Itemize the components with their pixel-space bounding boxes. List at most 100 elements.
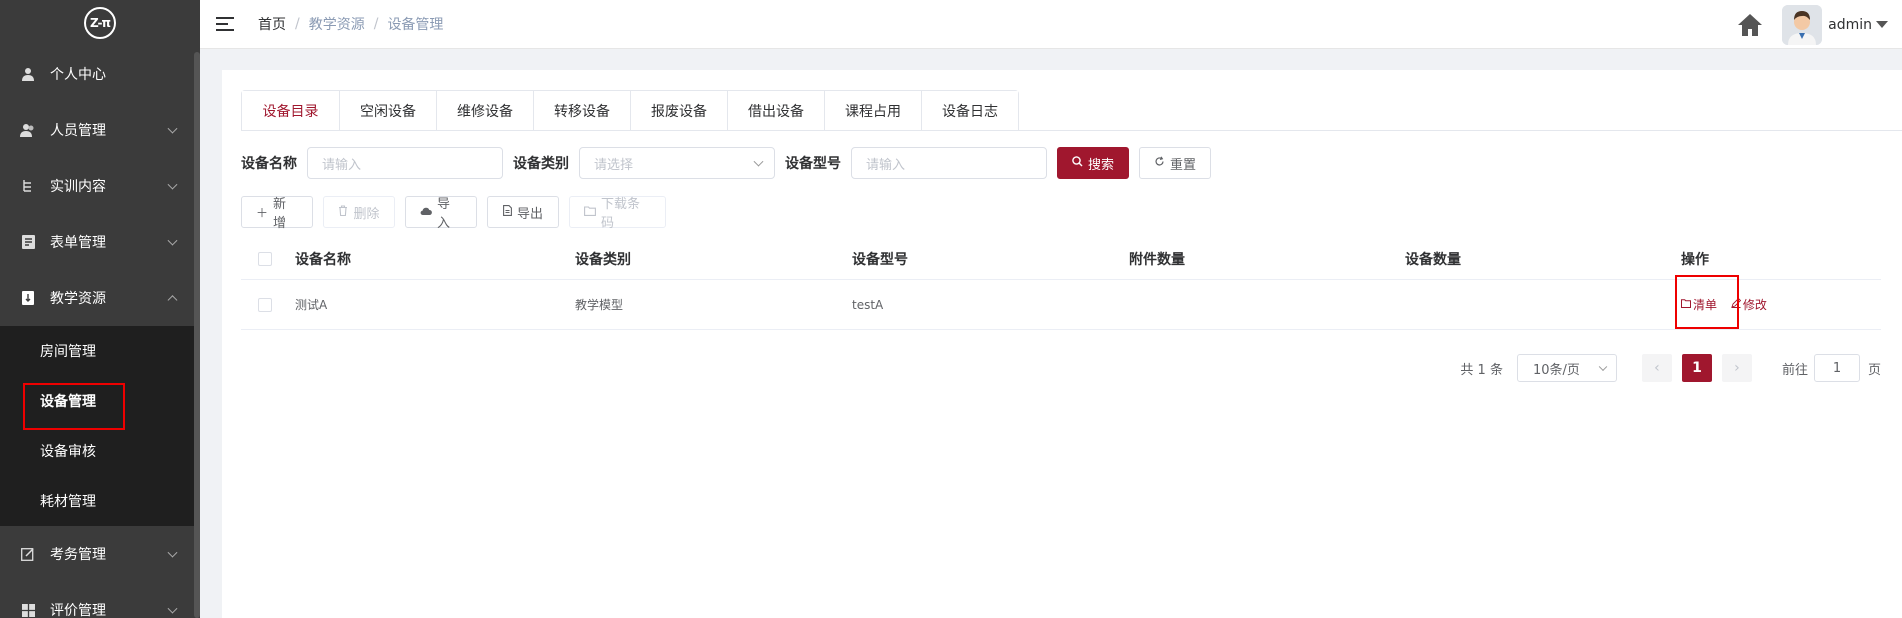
folder-icon	[584, 205, 596, 219]
column-header-attachments: 附件数量	[1129, 251, 1185, 268]
edit-link-label: 修改	[1742, 298, 1767, 312]
menu-toggle-icon[interactable]	[216, 17, 234, 31]
top-header: 首页 / 教学资源 / 设备管理 admin	[200, 0, 1902, 49]
sidebar-scrollbar[interactable]	[194, 52, 200, 618]
chevron-down-icon	[167, 235, 178, 246]
pagination: 共 1 条 10条/页 ‹ 1 › 前往 1 页	[1460, 354, 1881, 382]
chevron-down-icon	[753, 156, 764, 167]
equipment-type-placeholder: 请选择	[594, 157, 634, 173]
highlight-box	[1675, 275, 1739, 329]
equipment-type-label: 设备类别	[513, 156, 569, 172]
filter-form: 设备名称 请输入 设备类别 请选择 设备型号 请输入 搜索 重置	[241, 147, 1211, 179]
tab-transfer-equipment[interactable]: 转移设备	[533, 91, 630, 131]
chevron-down-icon	[167, 123, 178, 134]
chevron-down-icon	[1598, 362, 1608, 372]
download-barcode-button-label: 下载条码	[601, 197, 641, 231]
sidebar-item-evaluation[interactable]: 评价管理	[0, 582, 200, 618]
pagination-total: 共 1 条	[1460, 362, 1503, 378]
breadcrumb-separator: /	[295, 16, 300, 32]
sidebar-item-room-management[interactable]: 房间管理	[0, 326, 200, 376]
tab-equipment-log[interactable]: 设备日志	[921, 91, 1018, 131]
tab-idle-equipment[interactable]: 空闲设备	[339, 91, 436, 131]
chevron-down-icon	[167, 547, 178, 558]
logo-area: Z-π	[0, 0, 200, 46]
header-right: admin	[1736, 0, 1902, 49]
sidebar-item-label: 考务管理	[50, 547, 106, 563]
select-all-checkbox[interactable]	[258, 251, 272, 266]
sidebar-item-label: 个人中心	[50, 67, 106, 83]
caret-down-icon[interactable]	[1876, 21, 1888, 28]
document-icon	[503, 205, 512, 219]
tab-repair-equipment[interactable]: 维修设备	[436, 91, 533, 131]
tab-lent-equipment[interactable]: 借出设备	[727, 91, 824, 131]
chevron-down-icon	[167, 603, 178, 614]
import-button[interactable]: 导入	[405, 196, 477, 231]
users-icon	[20, 122, 36, 138]
prev-page-button[interactable]: ‹	[1641, 354, 1672, 382]
sidebar-item-training[interactable]: 实训内容	[0, 158, 200, 214]
plus-icon: ＋	[256, 205, 269, 220]
chevron-up-icon	[167, 295, 178, 306]
column-header-quantity: 设备数量	[1405, 251, 1461, 268]
search-button[interactable]: 搜索	[1057, 147, 1129, 179]
breadcrumb-teaching-resources[interactable]: 教学资源	[309, 14, 365, 34]
user-icon	[20, 66, 36, 82]
delete-button-label: 删除	[353, 206, 380, 222]
home-icon[interactable]	[1736, 11, 1764, 39]
username[interactable]: admin	[1828, 17, 1872, 33]
sidebar-item-consumables[interactable]: 耗材管理	[0, 476, 200, 526]
tab-scrapped-equipment[interactable]: 报废设备	[630, 91, 727, 131]
sidebar-item-teaching-resources[interactable]: 教学资源	[0, 270, 200, 326]
goto-page-input[interactable]: 1	[1813, 354, 1860, 382]
import-button-label: 导入	[437, 197, 451, 231]
tab-equipment-catalog[interactable]: 设备目录	[242, 91, 339, 131]
equipment-model-placeholder: 请输入	[866, 157, 906, 173]
cell-type: 教学模型	[575, 298, 624, 312]
breadcrumb-current: 设备管理	[387, 17, 444, 33]
search-button-label: 搜索	[1088, 157, 1115, 173]
download-barcode-button[interactable]: 下载条码	[569, 196, 666, 231]
main-card: 设备目录 空闲设备 维修设备 转移设备 报废设备 借出设备 课程占用 设备日志 …	[222, 70, 1902, 618]
column-header-name: 设备名称	[295, 251, 351, 268]
equipment-model-input[interactable]: 请输入	[851, 147, 1047, 179]
table-row: 测试A 教学模型 testA 清单 修改	[241, 280, 1881, 330]
chevron-right-icon: ›	[1734, 360, 1740, 376]
avatar[interactable]	[1782, 4, 1823, 45]
page-size-select[interactable]: 10条/页	[1516, 354, 1617, 382]
row-checkbox[interactable]	[258, 297, 272, 312]
add-button-label: 新增	[273, 197, 287, 231]
page-number[interactable]: 1	[1681, 354, 1712, 382]
submenu-item-label: 设备审核	[40, 444, 96, 460]
reset-button[interactable]: 重置	[1139, 147, 1211, 179]
action-toolbar: ＋ 新增 删除 导入 导出 下载条码	[241, 196, 676, 231]
equipment-name-placeholder: 请输入	[322, 157, 362, 173]
breadcrumb-home[interactable]: 首页	[258, 14, 286, 34]
equipment-model-label: 设备型号	[785, 156, 841, 172]
sidebar-item-label: 教学资源	[50, 291, 106, 307]
sidebar-item-staff[interactable]: 人员管理	[0, 102, 200, 158]
equipment-type-select[interactable]: 请选择	[579, 147, 775, 179]
reset-button-label: 重置	[1170, 157, 1197, 173]
cell-model: testA	[852, 297, 884, 312]
column-header-actions: 操作	[1681, 251, 1709, 268]
logo: Z-π	[84, 7, 116, 39]
delete-button[interactable]: 删除	[323, 196, 395, 228]
export-button[interactable]: 导出	[487, 196, 559, 228]
sidebar-item-exam-affairs[interactable]: 考务管理	[0, 526, 200, 582]
tab-course-occupancy[interactable]: 课程占用	[824, 91, 921, 131]
submenu-item-label: 耗材管理	[40, 494, 96, 510]
book-icon	[20, 290, 36, 306]
edit-icon	[20, 546, 36, 562]
add-button[interactable]: ＋ 新增	[241, 196, 313, 231]
cloud-upload-icon	[420, 205, 432, 219]
refresh-icon	[1154, 156, 1165, 170]
highlight-box	[23, 383, 125, 430]
tree-icon	[20, 178, 36, 194]
sidebar-item-forms[interactable]: 表单管理	[0, 214, 200, 270]
grid-icon	[20, 602, 36, 618]
sidebar-item-personal-center[interactable]: 个人中心	[0, 46, 200, 102]
equipment-name-input[interactable]: 请输入	[307, 147, 503, 179]
next-page-button[interactable]: ›	[1721, 354, 1752, 382]
page-size-value: 10条/页	[1532, 362, 1580, 378]
sidebar-item-equipment-review[interactable]: 设备审核	[0, 426, 200, 476]
